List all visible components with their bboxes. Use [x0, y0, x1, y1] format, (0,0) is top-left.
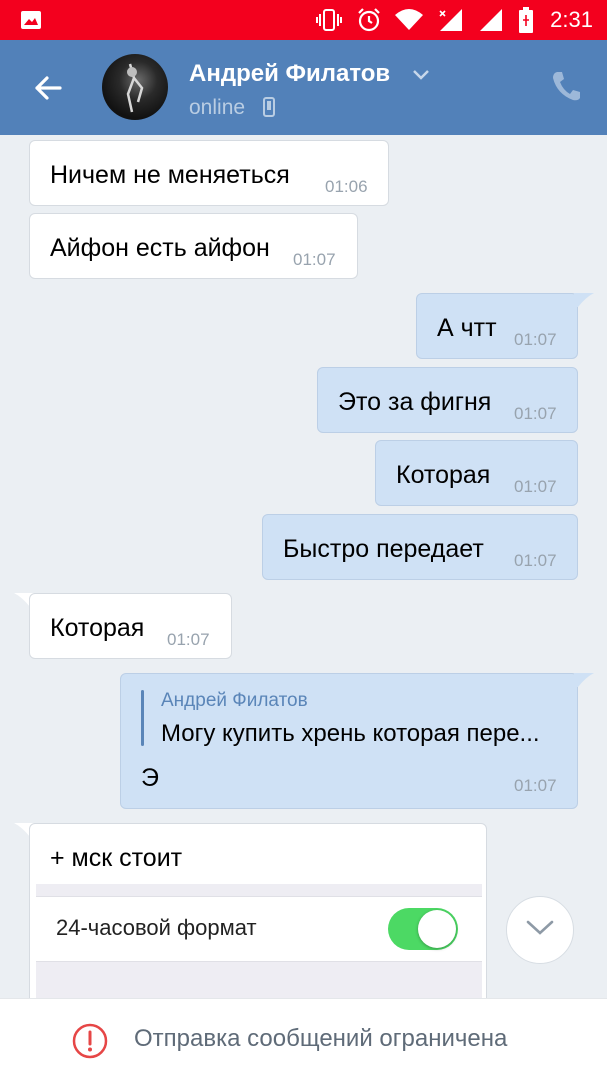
- message-time: 01:07: [514, 330, 557, 349]
- wifi-icon: [392, 0, 426, 40]
- back-arrow-icon[interactable]: [28, 68, 68, 108]
- message-time: 01:07: [167, 630, 210, 649]
- vibrate-icon: [314, 0, 344, 40]
- chat-header: Андрей Филатов online: [0, 40, 607, 135]
- phone-icon[interactable]: [551, 70, 581, 102]
- message-incoming-photo[interactable]: + мск стоит 24-часовой формат: [29, 823, 487, 1000]
- bubble-tail: [574, 293, 594, 307]
- message-incoming[interactable]: Ничем не меняеться 01:06: [29, 140, 389, 206]
- toggle-knob: [418, 910, 456, 948]
- contact-name[interactable]: Андрей Филатов: [189, 60, 390, 88]
- reply-quote-bar: [141, 690, 144, 746]
- signal-icon: [476, 0, 506, 40]
- message-time: 01:07: [293, 250, 336, 269]
- clock: 2:31: [550, 7, 593, 32]
- message-incoming[interactable]: Айфон есть айфон 01:07: [29, 213, 358, 279]
- input-restricted-bar: Отправка сообщений ограничена: [0, 998, 607, 1081]
- message-incoming[interactable]: Которая 01:07: [29, 593, 232, 659]
- message-time: 01:06: [325, 177, 368, 196]
- settings-row: 24-часовой формат: [36, 896, 482, 962]
- restriction-notice: Отправка сообщений ограничена: [134, 1025, 508, 1052]
- message-text: Которая: [50, 614, 145, 642]
- contact-status: online: [189, 96, 246, 119]
- message-outgoing[interactable]: Это за фигня 01:07: [317, 367, 578, 433]
- signal-icon: [436, 0, 466, 40]
- message-outgoing[interactable]: Которая 01:07: [375, 440, 578, 506]
- settings-label: 24-часовой формат: [56, 915, 257, 940]
- battery-charging-icon: [514, 0, 538, 40]
- chevron-down-icon: [525, 919, 555, 942]
- message-time: 01:07: [514, 477, 557, 496]
- message-text: Айфон есть айфон: [50, 234, 270, 262]
- bubble-tail: [574, 673, 594, 687]
- chevron-down-icon[interactable]: [412, 68, 430, 82]
- message-time: 01:07: [514, 776, 557, 795]
- message-text: Это за фигня: [338, 388, 492, 416]
- message-text: Быстро передает: [283, 535, 484, 563]
- message-time: 01:07: [514, 551, 557, 570]
- reply-author[interactable]: Андрей Филатов: [161, 690, 308, 712]
- toggle-switch: [388, 908, 458, 950]
- message-text: Ничем не меняеться: [50, 161, 290, 189]
- alarm-icon: [354, 0, 384, 40]
- image-icon: [18, 0, 44, 40]
- message-list[interactable]: Ничем не меняеться 01:06 Айфон есть айфо…: [0, 135, 607, 1000]
- warning-circle-icon: [72, 1023, 108, 1059]
- reply-text[interactable]: Могу купить хрень которая пере...: [161, 720, 561, 748]
- message-time: 01:07: [514, 404, 557, 423]
- scroll-down-button[interactable]: [506, 896, 574, 964]
- message-outgoing[interactable]: А чтт 01:07: [416, 293, 578, 359]
- message-text: Э: [141, 764, 159, 792]
- message-outgoing[interactable]: Быстро передает 01:07: [262, 514, 578, 580]
- photo-attachment[interactable]: 24-часовой формат: [36, 884, 482, 1000]
- message-text: Которая: [396, 461, 491, 489]
- message-outgoing-reply[interactable]: Андрей Филатов Могу купить хрень которая…: [120, 673, 578, 809]
- message-text: + мск стоит: [50, 844, 183, 872]
- mobile-icon: [263, 97, 275, 117]
- message-text: А чтт: [437, 314, 497, 342]
- avatar[interactable]: [102, 54, 168, 120]
- status-bar: 2:31: [0, 0, 607, 40]
